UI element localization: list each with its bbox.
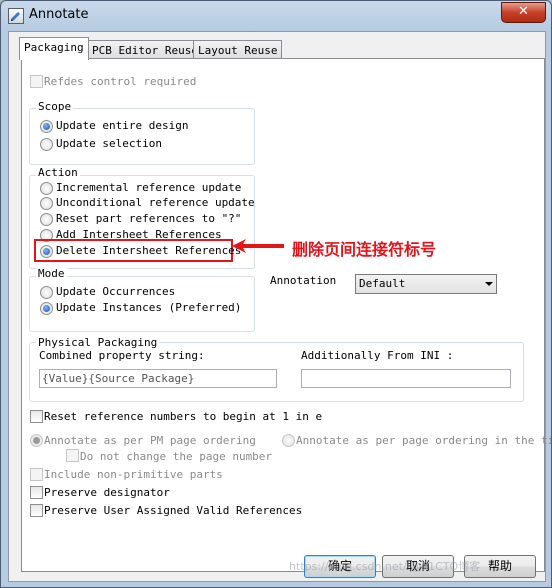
dialog-body: Packaging PCB Editor Reuse Layout Reuse … bbox=[8, 31, 551, 582]
no-change-page-label: Do not change the page number bbox=[80, 450, 273, 463]
action-incremental-radio[interactable] bbox=[40, 182, 53, 195]
action-incremental-label: Incremental reference update bbox=[56, 181, 242, 194]
callout-arrow-icon bbox=[232, 239, 284, 253]
scope-selection-label: Update selection bbox=[56, 137, 162, 150]
window-title: Annotate bbox=[29, 7, 89, 22]
combined-property-label: Combined property string: bbox=[39, 349, 205, 362]
scope-entire-radio[interactable] bbox=[40, 120, 53, 133]
mode-instances-radio[interactable] bbox=[40, 302, 53, 315]
refdes-label: Refdes control required bbox=[44, 75, 197, 88]
tab-pcb-editor-reuse[interactable]: PCB Editor Reuse bbox=[87, 40, 203, 60]
scope-title: Scope bbox=[36, 100, 74, 113]
scope-selection-radio[interactable] bbox=[40, 138, 53, 151]
annotate-dialog: Annotate ✕ Packaging PCB Editor Reuse La… bbox=[0, 0, 552, 588]
action-unconditional-label: Unconditional reference update bbox=[56, 196, 255, 209]
non-primitive-checkbox[interactable] bbox=[30, 468, 43, 481]
non-primitive-label: Include non-primitive parts bbox=[44, 468, 223, 481]
no-change-page-checkbox[interactable] bbox=[66, 449, 79, 462]
action-reset-radio[interactable] bbox=[40, 213, 53, 226]
tab-packaging[interactable]: Packaging bbox=[19, 37, 89, 60]
refdes-checkbox[interactable] bbox=[30, 75, 43, 88]
chevron-down-icon bbox=[485, 282, 493, 286]
action-delete-intersheet-radio[interactable] bbox=[40, 245, 53, 258]
watermark: https://blog.csdn.net/ @51CTO博客 bbox=[289, 560, 481, 573]
app-icon bbox=[8, 8, 24, 24]
mode-occurrences-label: Update Occurrences bbox=[56, 285, 176, 298]
preserve-user-checkbox[interactable] bbox=[30, 504, 43, 517]
mode-instances-label: Update Instances (Preferred) bbox=[56, 301, 242, 314]
preserve-designator-label: Preserve designator bbox=[44, 486, 170, 499]
action-reset-label: Reset part references to "?" bbox=[56, 212, 242, 225]
annotate-pm-label: Annotate as per PM page ordering bbox=[44, 434, 256, 447]
additionally-from-ini-label: Additionally From INI : bbox=[301, 349, 454, 362]
scope-entire-label: Update entire design bbox=[56, 119, 189, 132]
action-title: Action bbox=[36, 166, 80, 179]
action-unconditional-radio[interactable] bbox=[40, 197, 53, 210]
annotation-label: Annotation bbox=[270, 274, 337, 287]
annotate-page-radio[interactable] bbox=[282, 434, 295, 447]
physical-packaging-title: Physical Packaging bbox=[36, 336, 160, 349]
annotate-pm-radio[interactable] bbox=[30, 434, 43, 447]
preserve-user-label: Preserve User Assigned Valid References bbox=[44, 504, 303, 517]
close-button[interactable]: ✕ bbox=[501, 2, 546, 23]
callout-text: 删除页间连接符标号 bbox=[292, 240, 437, 259]
reset-reference-label: Reset reference numbers to begin at 1 in… bbox=[44, 410, 323, 423]
additionally-from-ini-input[interactable] bbox=[301, 369, 511, 388]
preserve-designator-checkbox[interactable] bbox=[30, 486, 43, 499]
annotate-page-label: Annotate as per page ordering in the ti bbox=[296, 434, 552, 447]
reset-reference-checkbox[interactable] bbox=[30, 410, 43, 423]
mode-occurrences-radio[interactable] bbox=[40, 286, 53, 299]
title-bar[interactable]: Annotate ✕ bbox=[1, 1, 551, 31]
mode-title: Mode bbox=[36, 267, 67, 280]
combined-property-input[interactable]: {Value}{Source Package}{POWER_GROUP} bbox=[39, 369, 277, 388]
action-delete-intersheet-label: Delete Intersheet References bbox=[56, 244, 242, 257]
packaging-panel: Refdes control required Scope Update ent… bbox=[21, 58, 551, 572]
annotation-select-value: Default bbox=[359, 277, 406, 290]
tab-layout-reuse[interactable]: Layout Reuse bbox=[193, 40, 283, 60]
annotation-select[interactable]: Default bbox=[355, 274, 497, 294]
